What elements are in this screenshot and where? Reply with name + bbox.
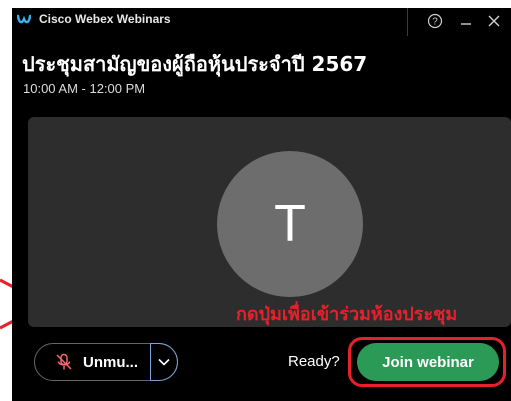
audio-options-button[interactable] <box>150 343 178 381</box>
help-button[interactable]: ? <box>424 10 446 32</box>
avatar: T <box>217 151 363 297</box>
unmute-label: Unmu... <box>83 353 138 371</box>
svg-text:?: ? <box>432 17 438 28</box>
join-webinar-label: Join webinar <box>382 353 474 371</box>
minimize-icon <box>461 23 471 25</box>
meeting-time: 10:00 AM - 12:00 PM <box>23 81 146 96</box>
avatar-initial: T <box>274 195 306 253</box>
unmute-control: Unmu... <box>34 343 178 381</box>
bottom-bar: Unmu... Ready? Join webinar <box>12 333 511 401</box>
webex-window: Cisco Webex Webinars ? ประชุมสามัญของผู้… <box>12 8 511 401</box>
webex-logo-icon <box>16 13 32 25</box>
window-controls: ? <box>407 8 511 36</box>
join-webinar-button[interactable]: Join webinar <box>357 343 499 381</box>
annotation-instruction: กดปุ่มเพื่อเข้าร่วมห้องประชุม <box>236 304 458 325</box>
mic-muted-icon <box>55 353 73 371</box>
chevron-down-icon <box>158 358 170 366</box>
video-preview: T <box>28 117 511 327</box>
help-icon: ? <box>427 13 443 29</box>
ready-text: Ready? <box>288 353 340 370</box>
unmute-button[interactable]: Unmu... <box>35 344 161 380</box>
close-icon <box>488 15 500 27</box>
meeting-title: ประชุมสามัญของผู้ถือหุ้นประจำปี 2567 <box>22 52 368 76</box>
app-name: Cisco Webex Webinars <box>39 12 171 26</box>
title-bar: Cisco Webex Webinars ? <box>12 8 511 36</box>
minimize-button[interactable] <box>455 10 477 32</box>
close-button[interactable] <box>483 10 505 32</box>
